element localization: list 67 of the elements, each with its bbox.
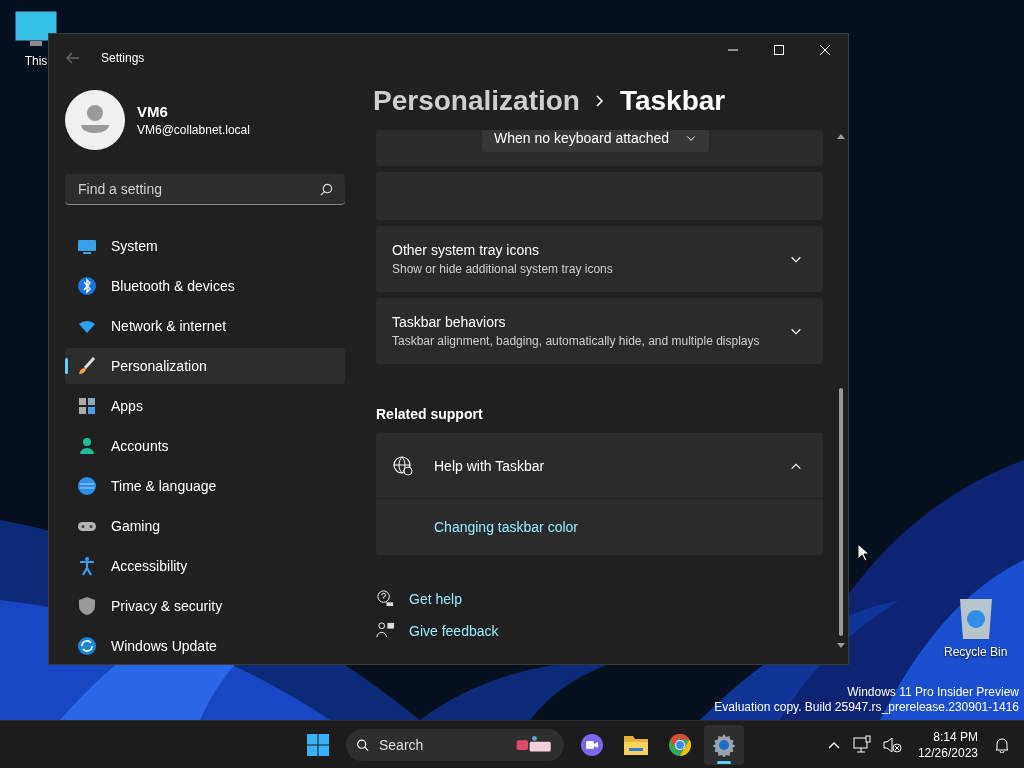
close-icon [820, 45, 830, 55]
nav-item[interactable]: Gaming [65, 508, 345, 544]
setting-card[interactable]: Other system tray icons Show or hide additional system tray icons [376, 226, 823, 292]
help-title: Help with Taskbar [434, 457, 546, 474]
watermark-text: Windows 11 Pro Insider Preview [847, 685, 1019, 700]
setting-description: Taskbar alignment, badging, automatically hide, and multiple displays [392, 334, 761, 348]
support-link[interactable]: Get help [409, 590, 462, 607]
speaker-muted-icon[interactable] [881, 734, 902, 755]
network-icon[interactable] [851, 734, 872, 755]
folder-icon [623, 733, 649, 757]
breadcrumb-item: Taskbar [619, 85, 726, 117]
scroll-up-icon[interactable] [837, 132, 845, 140]
globe-icon [392, 454, 414, 477]
search-icon [356, 737, 369, 753]
bell-icon[interactable] [994, 736, 1010, 753]
browser-icon [668, 733, 692, 757]
settings-search-field[interactable]: Find a setting [76, 180, 296, 198]
window-title: Settings [101, 51, 145, 65]
apps-icon [77, 396, 97, 416]
nav-item[interactable]: Personalization [65, 348, 345, 384]
avatar[interactable] [65, 90, 125, 150]
nav-item[interactable]: Privacy & security [65, 588, 345, 624]
chevron-right-icon [593, 94, 606, 108]
back-arrow-icon[interactable] [65, 50, 81, 66]
maximize-icon [774, 45, 784, 55]
bluetooth-icon [77, 276, 97, 296]
nav-item[interactable]: Network & internet [65, 308, 345, 344]
setting-card[interactable]: Taskbar behaviors Taskbar alignment, badging, automatically hide, and multiple displays [376, 298, 823, 364]
globe-icon [77, 476, 97, 496]
person-icon [77, 436, 97, 456]
breadcrumb-item[interactable]: Personalization [373, 85, 580, 117]
desktop-icon-label[interactable]: This [24, 54, 48, 68]
section-heading: Related support [376, 406, 484, 422]
windows-logo-icon [306, 733, 330, 757]
setting-description: Show or hide additional system tray icons [392, 262, 614, 276]
nav-item[interactable]: Accounts [65, 428, 345, 464]
settings-search-box[interactable]: Find a setting [65, 174, 345, 205]
taskbar-app-button[interactable] [704, 725, 744, 765]
nav-item[interactable]: Accessibility [65, 548, 345, 584]
help-link[interactable]: Changing taskbar color [434, 519, 578, 535]
scroll-down-icon[interactable] [837, 642, 845, 650]
shield-icon [77, 596, 97, 616]
accessibility-icon [77, 556, 97, 576]
help-icon [376, 589, 395, 608]
user-email: VM6@collabnet.local [137, 123, 250, 137]
watermark-text: Evaluation copy. Build 25947.rs_prerelease.230901-1416 [714, 700, 1019, 715]
update-icon [77, 636, 97, 656]
brush-icon [77, 356, 97, 376]
video-chat-icon [580, 733, 604, 757]
clock[interactable]: 8:14 PM 12/26/2023 [917, 729, 978, 760]
dropdown[interactable]: When no keyboard attached [482, 130, 710, 152]
taskbar-search-field[interactable]: Search [377, 736, 507, 754]
cursor-icon [857, 543, 869, 562]
gear-icon [712, 733, 736, 757]
user-name: VM6 [137, 103, 169, 120]
nav-item[interactable]: System [65, 228, 345, 264]
nav-item[interactable]: Windows Update [65, 628, 345, 664]
setting-title: Taskbar behaviors [392, 314, 507, 330]
nav-item[interactable]: Apps [65, 388, 345, 424]
setting-title: Other system tray icons [392, 242, 541, 258]
nav-item[interactable]: Time & language [65, 468, 345, 504]
desktop-icon-label[interactable]: Recycle Bin [944, 645, 1008, 659]
nav-item[interactable]: Bluetooth & devices [65, 268, 345, 304]
taskbar-search-box[interactable]: Search [346, 729, 564, 761]
search-icon [320, 182, 333, 196]
support-link[interactable]: Give feedback [409, 622, 499, 639]
feedback-icon [376, 621, 395, 640]
